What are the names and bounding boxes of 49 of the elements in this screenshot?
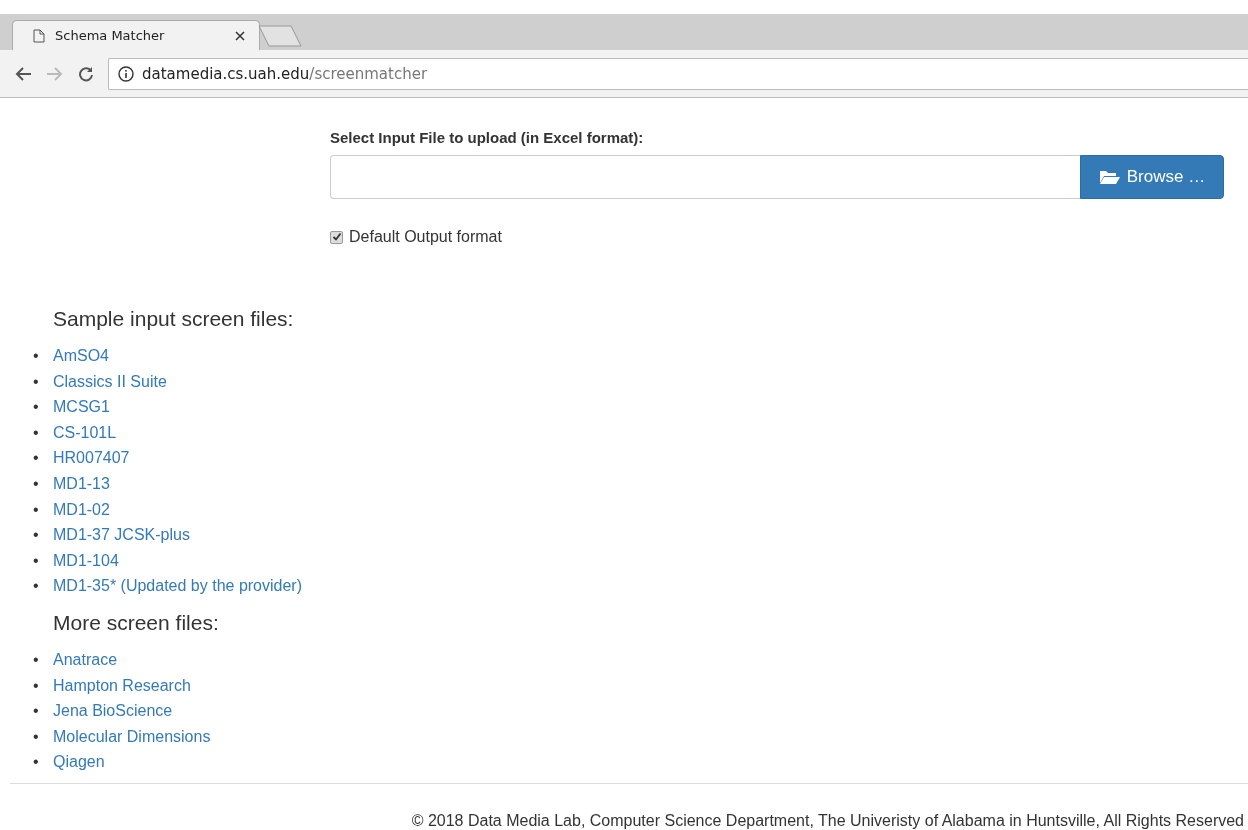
file-input-field[interactable] <box>330 155 1080 199</box>
bullet: • <box>33 525 40 546</box>
browser-tab[interactable]: Schema Matcher <box>12 20 260 50</box>
section-heading: More screen files: <box>53 610 220 635</box>
browse-button[interactable]: Browse … <box>1080 155 1224 199</box>
file-link[interactable]: MD1-37 JCSK-plus <box>53 522 190 548</box>
bullet: • <box>33 448 40 469</box>
checkbox-label: Default Output format <box>349 228 502 246</box>
reload-icon[interactable] <box>78 65 94 82</box>
file-link[interactable]: MCSG1 <box>53 394 110 420</box>
file-link[interactable]: HR007407 <box>53 445 130 471</box>
file-link[interactable]: MD1-35* (Updated by the provider) <box>53 573 302 599</box>
tab-title: Schema Matcher <box>55 28 166 43</box>
vendor-link[interactable]: Qiagen <box>53 749 105 775</box>
vendor-link[interactable]: Anatrace <box>53 646 118 673</box>
bullet: • <box>33 649 40 670</box>
bullet: • <box>33 752 40 773</box>
close-icon[interactable] <box>235 30 245 41</box>
section-heading: Sample input screen files: <box>53 307 295 331</box>
bullet: • <box>33 346 40 366</box>
url-host: datamedia.cs.uah.edu <box>142 64 310 83</box>
address-bar[interactable]: datamedia.cs.uah.edu/screenmatcher <box>108 57 1248 90</box>
file-link[interactable]: AmSO4 <box>53 343 109 369</box>
info-icon <box>118 65 134 82</box>
bullet: • <box>33 576 40 597</box>
file-link[interactable]: Classics II Suite <box>53 368 167 395</box>
bullet: • <box>33 675 40 696</box>
vendor-link[interactable]: Jena BioScience <box>53 698 173 724</box>
bullet: • <box>33 726 40 747</box>
folder-icon <box>1098 169 1121 185</box>
vendor-link[interactable]: Molecular Dimensions <box>53 723 211 750</box>
vendor-link[interactable]: Hampton Research <box>53 672 191 699</box>
file-link[interactable]: MD1-02 <box>53 496 110 523</box>
bullet: • <box>33 371 40 392</box>
url-path: /screenmatcher <box>309 64 428 83</box>
bullet: • <box>33 473 40 494</box>
bullet: • <box>33 701 40 722</box>
checkbox[interactable] <box>330 230 343 244</box>
bullet: • <box>33 499 40 520</box>
bullet: • <box>33 422 40 443</box>
footer-text: © 2018 Data Media Lab, Computer Science Department, The Univeristy of Alabama in Huntsville, All Rights Reserved <box>411 812 1244 829</box>
back-icon[interactable] <box>14 65 32 82</box>
file-link[interactable]: MD1-104 <box>53 547 119 574</box>
bullet: • <box>33 550 40 571</box>
file-link[interactable]: MD1-13 <box>53 470 110 497</box>
bullet: • <box>33 397 40 418</box>
page-icon <box>33 28 45 43</box>
upload-label: Select Input File to upload (in Excel format): <box>330 129 645 146</box>
file-link[interactable]: CS-101L <box>53 419 117 446</box>
